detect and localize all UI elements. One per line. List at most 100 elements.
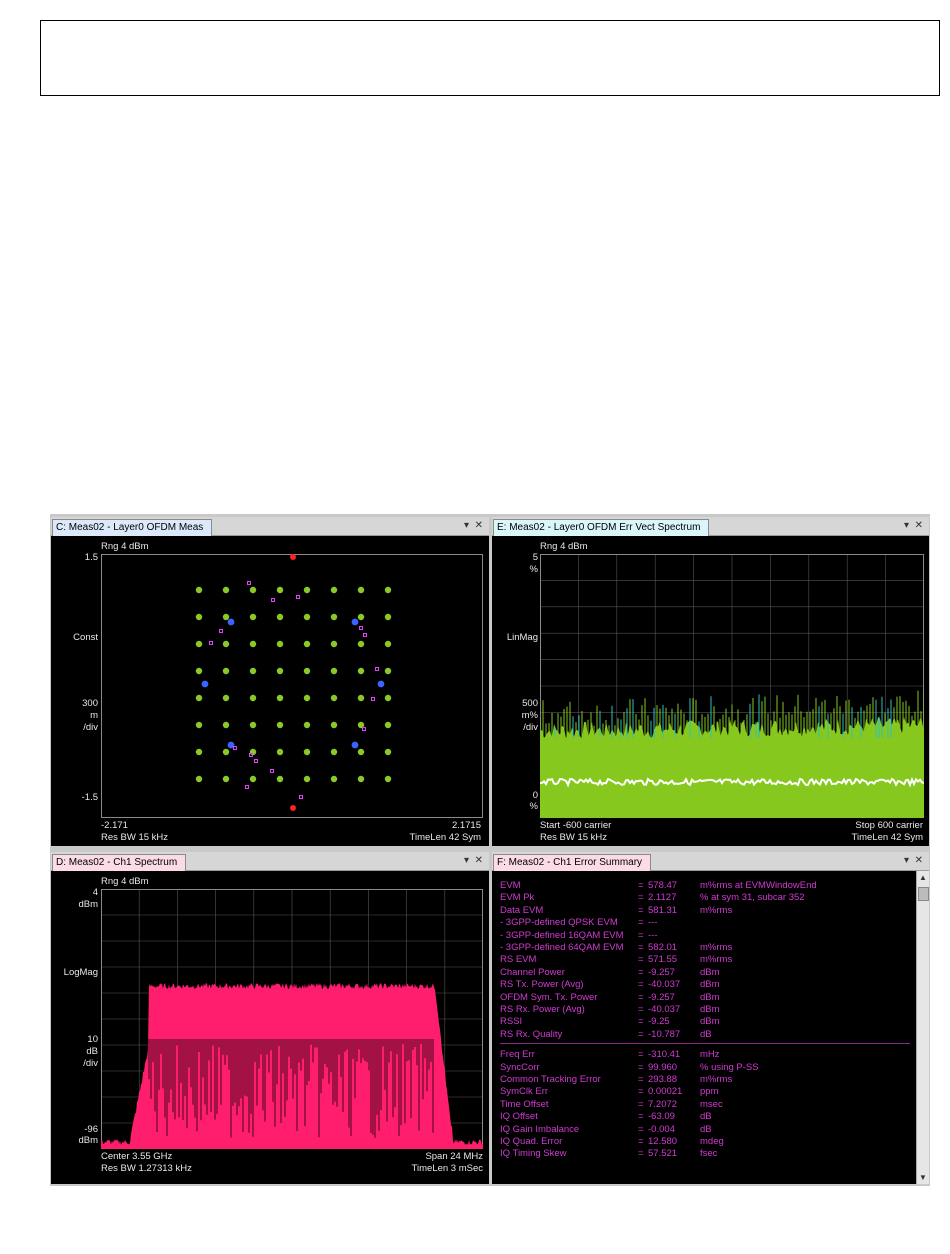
vertical-scrollbar[interactable]: ▲ ▼: [916, 871, 929, 1184]
tab-bar: C: Meas02 - Layer0 OFDM Meas ▾ ✕: [51, 517, 489, 536]
summary-row: Channel Power = -9.257 dBm: [500, 967, 910, 979]
constellation-point: [195, 586, 203, 594]
summary-label: Data EVM: [500, 904, 544, 916]
summary-label: Freq Err: [500, 1049, 535, 1061]
scroll-down-arrow[interactable]: ▼: [919, 1173, 927, 1182]
close-icon[interactable]: ✕: [915, 854, 923, 868]
constellation-point: [276, 694, 284, 702]
summary-label: IQ Timing Skew: [500, 1148, 567, 1160]
summary-label: IQ Quad. Error: [500, 1136, 563, 1147]
scale-unit: m: [90, 710, 98, 721]
summary-row: - 3GPP-defined 16QAM EVM = ---: [500, 930, 910, 942]
summary-value: -10.787: [648, 1028, 681, 1040]
summary-equals: =: [638, 1148, 644, 1160]
constellation-point: [249, 667, 257, 675]
constellation-point: [195, 748, 203, 756]
summary-row: IQ Gain Imbalance = -0.004 dB: [500, 1124, 910, 1136]
summary-value: ---: [648, 929, 658, 941]
constellation-point: [384, 694, 392, 702]
y-top-label: 5: [532, 552, 538, 563]
tab-err-vect-spectrum[interactable]: E: Meas02 - Layer0 OFDM Err Vect Spectru…: [493, 519, 710, 536]
summary-label: - 3GPP-defined QPSK EVM: [500, 917, 618, 929]
summary-unit: ppm: [700, 1086, 719, 1098]
constellation-point: [195, 640, 203, 648]
dropdown-icon[interactable]: ▾: [464, 854, 469, 868]
reference-point: [351, 618, 359, 626]
spectrum-plot: [101, 889, 483, 1149]
constellation-point: [357, 748, 365, 756]
constellation-point: [384, 640, 392, 648]
constellation-point: [222, 721, 230, 729]
ref-label: Rng 4 dBm: [101, 876, 149, 887]
constellation-point: [330, 667, 338, 675]
scale-value: 10: [87, 1034, 98, 1045]
summary-equals: =: [638, 1111, 644, 1123]
summary-unit: m%rms: [700, 954, 733, 966]
footer-left: Res BW 15 kHz: [101, 832, 169, 843]
scroll-up-arrow[interactable]: ▲: [919, 873, 927, 882]
constellation-point: [384, 613, 392, 621]
y-mode-label: LinMag: [506, 632, 538, 643]
close-icon[interactable]: ✕: [915, 519, 923, 533]
summary-value: 7.2072: [648, 1098, 678, 1110]
summary-row: SymClk Err = 0.00021 ppm: [500, 1086, 910, 1098]
y-bottom-label: -1.5: [81, 792, 98, 803]
constellation-point: [384, 721, 392, 729]
marker-point: [247, 581, 251, 585]
constellation-point: [303, 640, 311, 648]
constellation-point: [276, 613, 284, 621]
summary-row: Time Offset = 7.2072 msec: [500, 1099, 910, 1111]
summary-label: RS EVM: [500, 954, 537, 966]
summary-value: -40.037: [648, 979, 681, 991]
constellation-point: [222, 613, 230, 621]
constellation-point: [276, 721, 284, 729]
summary-unit: m%rms at EVMWindowEnd: [700, 880, 817, 891]
summary-value: -9.257: [648, 966, 675, 978]
dropdown-icon[interactable]: ▾: [904, 519, 909, 533]
summary-value: 12.580: [648, 1136, 678, 1147]
close-icon[interactable]: ✕: [475, 519, 483, 533]
x-left-label: -2.171: [101, 820, 128, 831]
x-right-label: Span 24 MHz: [425, 1151, 483, 1162]
summary-value: 582.01: [648, 942, 678, 953]
close-icon[interactable]: ✕: [475, 854, 483, 868]
reference-point: [377, 680, 385, 688]
marker-point: [209, 641, 213, 645]
reference-point: [227, 618, 235, 626]
summary-value: -63.09: [648, 1111, 675, 1123]
summary-equals: =: [638, 966, 644, 978]
constellation-point: [249, 586, 257, 594]
summary-row: Common Tracking Error = 293.88 m%rms: [500, 1074, 910, 1086]
summary-row: RS Tx. Power (Avg) = -40.037 dBm: [500, 979, 910, 991]
dropdown-icon[interactable]: ▾: [904, 854, 909, 868]
dropdown-icon[interactable]: ▾: [464, 519, 469, 533]
constellation-point: [276, 775, 284, 783]
y-mode-label: LogMag: [63, 967, 98, 978]
scale-unit: m%: [521, 710, 538, 721]
tab-spectrum[interactable]: D: Meas02 - Ch1 Spectrum: [52, 854, 187, 871]
tab-error-summary[interactable]: F: Meas02 - Ch1 Error Summary: [493, 854, 652, 871]
summary-label: Channel Power: [500, 966, 565, 978]
scale-div: /div: [83, 722, 98, 733]
y-top-unit: %: [529, 564, 538, 575]
plot-area: Rng 4 dBm 4 dBm LogMag 10 dB /div -96 dB…: [51, 871, 489, 1184]
plot-area: Rng 4 dBm 1.5 Const 300 m /div -1.5 -2.1…: [51, 536, 489, 846]
constellation-point: [195, 694, 203, 702]
summary-label: RS Rx. Quality: [500, 1028, 563, 1040]
summary-value: 57.521: [648, 1148, 678, 1160]
summary-unit: m%rms: [700, 1074, 733, 1085]
constellation-point: [357, 640, 365, 648]
constellation-point: [249, 640, 257, 648]
constellation-point: [330, 640, 338, 648]
summary-label: - 3GPP-defined 16QAM EVM: [500, 929, 624, 941]
summary-equals: =: [638, 1098, 644, 1110]
y-bottom-unit: %: [529, 801, 538, 812]
y-bottom-label: -96: [84, 1124, 98, 1135]
y-top-label: 1.5: [84, 552, 98, 563]
scroll-thumb[interactable]: [918, 887, 929, 901]
y-bottom-unit: dBm: [78, 1135, 98, 1146]
marker-point: [371, 697, 375, 701]
summary-value: 293.88: [648, 1074, 678, 1085]
constellation-point: [384, 586, 392, 594]
tab-constellation[interactable]: C: Meas02 - Layer0 OFDM Meas: [52, 519, 213, 536]
